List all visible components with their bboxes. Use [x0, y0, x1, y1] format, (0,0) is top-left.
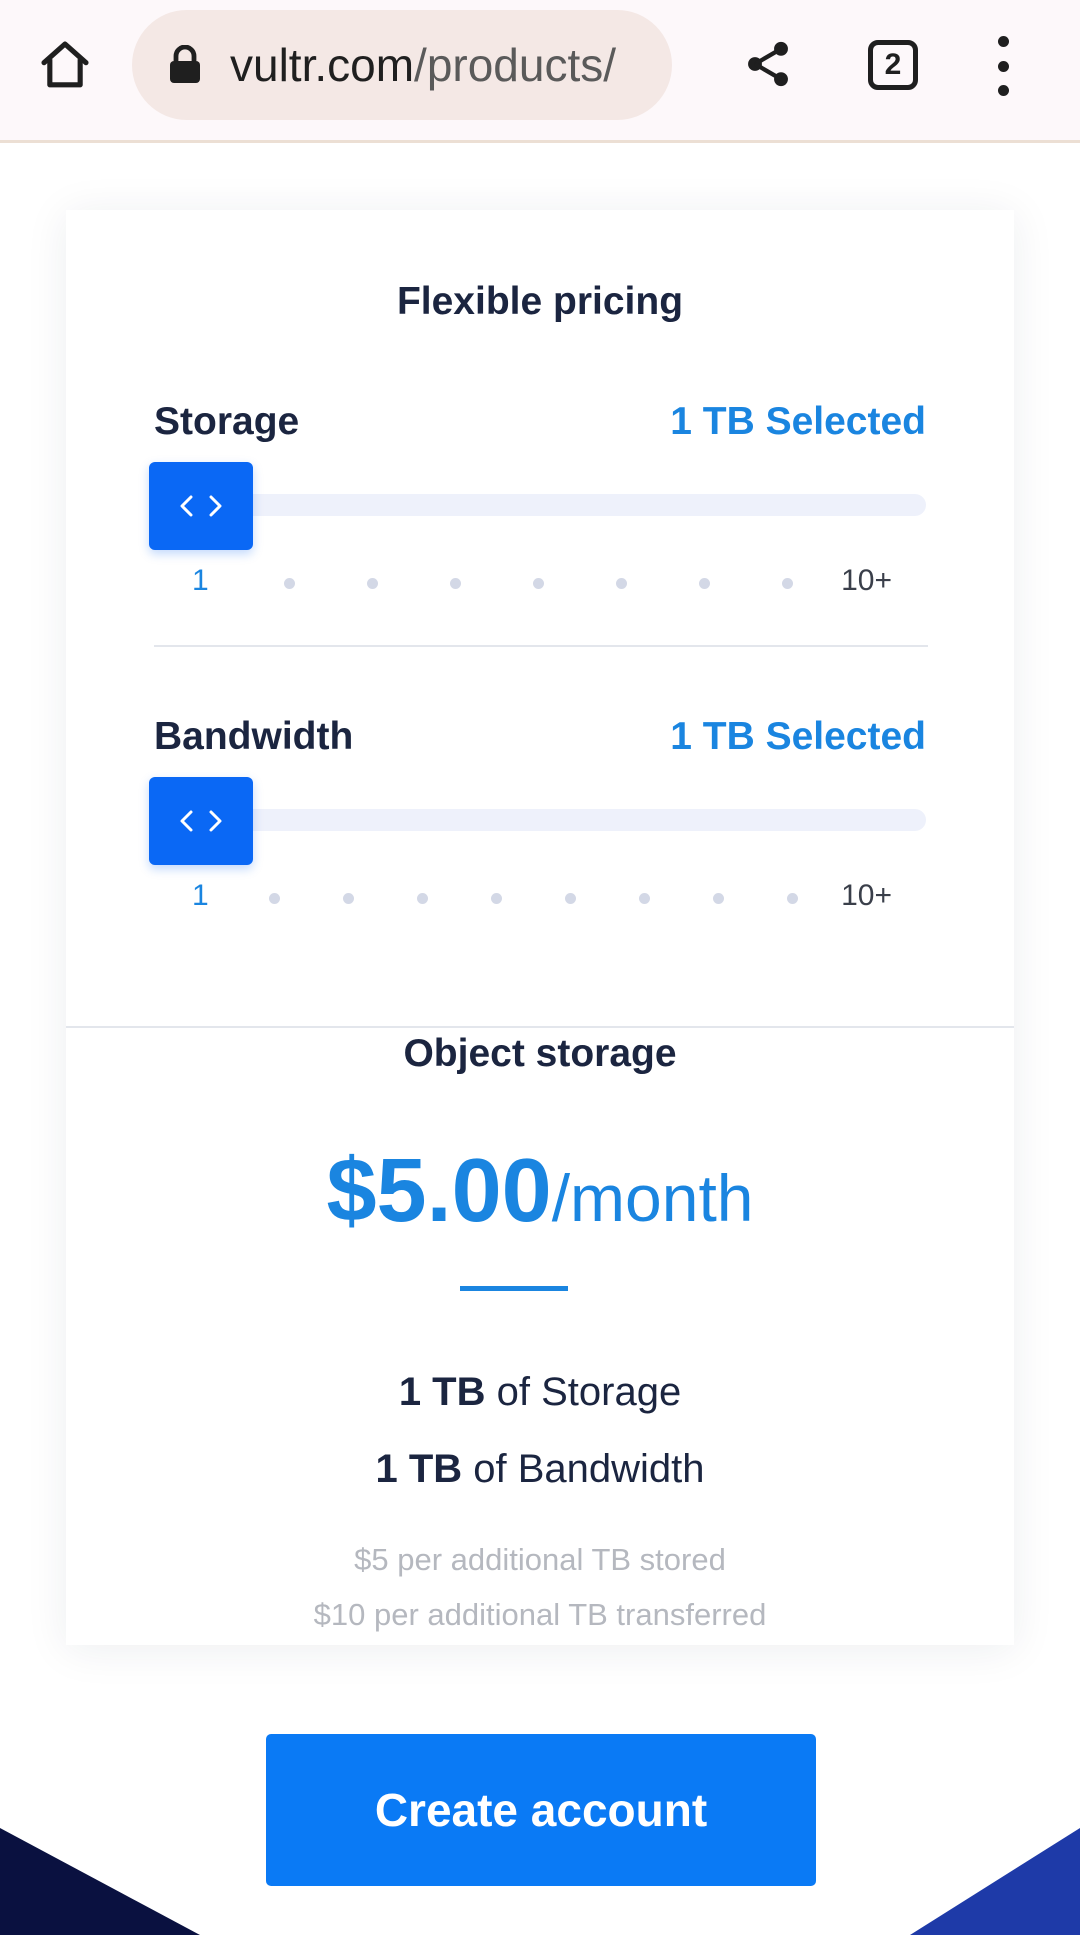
storage-slider-track[interactable] [154, 494, 926, 516]
price-amount: $5.00 [326, 1141, 552, 1241]
card-title: Flexible pricing [396, 280, 684, 323]
bandwidth-selected: 1 TB Selected [670, 715, 926, 758]
tick-dot [699, 578, 710, 589]
tick-dot [450, 578, 461, 589]
bandwidth-tick-max: 10+ [841, 879, 892, 912]
note-storage: $5 per additional TB stored [354, 1542, 726, 1577]
bandwidth-ticks: 1 10+ [154, 879, 926, 919]
tick-dot [782, 578, 793, 589]
bandwidth-slider-thumb[interactable] [149, 777, 253, 865]
tick-dot [269, 893, 280, 904]
tick-dot [343, 893, 354, 904]
more-vert-icon[interactable] [980, 36, 1026, 96]
pricing-card: Flexible pricing Storage 1 TB Selected 1… [66, 210, 1014, 1645]
price-period: /month [551, 1161, 754, 1235]
note-transfer: $10 per additional TB transferred [313, 1597, 767, 1632]
bandwidth-label: Bandwidth [154, 715, 354, 758]
share-button[interactable] [738, 34, 798, 94]
url-host: vultr.com [230, 39, 415, 91]
tick-dot [787, 893, 798, 904]
tick-dot [616, 578, 627, 589]
tabs-icon[interactable]: 2 [868, 40, 918, 90]
storage-selected: 1 TB Selected [670, 400, 926, 443]
bandwidth-slider-track[interactable] [154, 809, 926, 831]
bandwidth-tick-min: 1 [192, 879, 209, 912]
menu-dot [997, 36, 1009, 47]
tick-dot [417, 893, 428, 904]
storage-ticks: 1 10+ [154, 564, 926, 604]
create-account-button[interactable]: Create account [266, 1734, 816, 1886]
tick-dot [533, 578, 544, 589]
url-text: vultr.com/products/ [230, 38, 616, 92]
feature-storage: 1 TB of Storage [66, 1370, 1014, 1415]
price-underline [460, 1286, 568, 1291]
tick-dot [367, 578, 378, 589]
home-button[interactable] [30, 30, 100, 100]
code-chevrons-icon [180, 495, 222, 517]
tab-count: 2 [884, 48, 902, 81]
feature-storage-amount: 1 TB [398, 1370, 486, 1414]
lock-icon [170, 45, 200, 83]
footer-shape-right [910, 1828, 1080, 1935]
storage-label: Storage [154, 400, 300, 443]
menu-dot [997, 85, 1009, 96]
plan-title: Object storage [403, 1032, 677, 1075]
price: $5.00/month [66, 1140, 1014, 1243]
url-path: /products/ [414, 39, 617, 91]
feature-bandwidth-amount: 1 TB [375, 1447, 463, 1491]
footer-shape-left [0, 1828, 200, 1935]
card-divider [66, 1026, 1014, 1028]
tick-dot [284, 578, 295, 589]
address-bar[interactable]: vultr.com/products/ [132, 10, 672, 120]
code-chevrons-icon [180, 810, 222, 832]
section-divider [154, 645, 928, 647]
share-icon [748, 41, 788, 87]
page: vultr.com/products/ 2 Flexible pricing S… [0, 0, 1080, 1935]
feature-storage-text: of Storage [485, 1370, 682, 1414]
home-icon [41, 41, 89, 88]
tick-dot [491, 893, 502, 904]
tick-dot [639, 893, 650, 904]
tick-dot [713, 893, 724, 904]
browser-toolbar: vultr.com/products/ 2 [0, 0, 1080, 143]
feature-bandwidth: 1 TB of Bandwidth [66, 1447, 1014, 1492]
feature-bandwidth-text: of Bandwidth [462, 1447, 705, 1491]
tick-dot [565, 893, 576, 904]
storage-tick-min: 1 [192, 564, 209, 597]
storage-tick-max: 10+ [841, 564, 892, 597]
menu-dot [997, 60, 1009, 72]
storage-slider-thumb[interactable] [149, 462, 253, 550]
